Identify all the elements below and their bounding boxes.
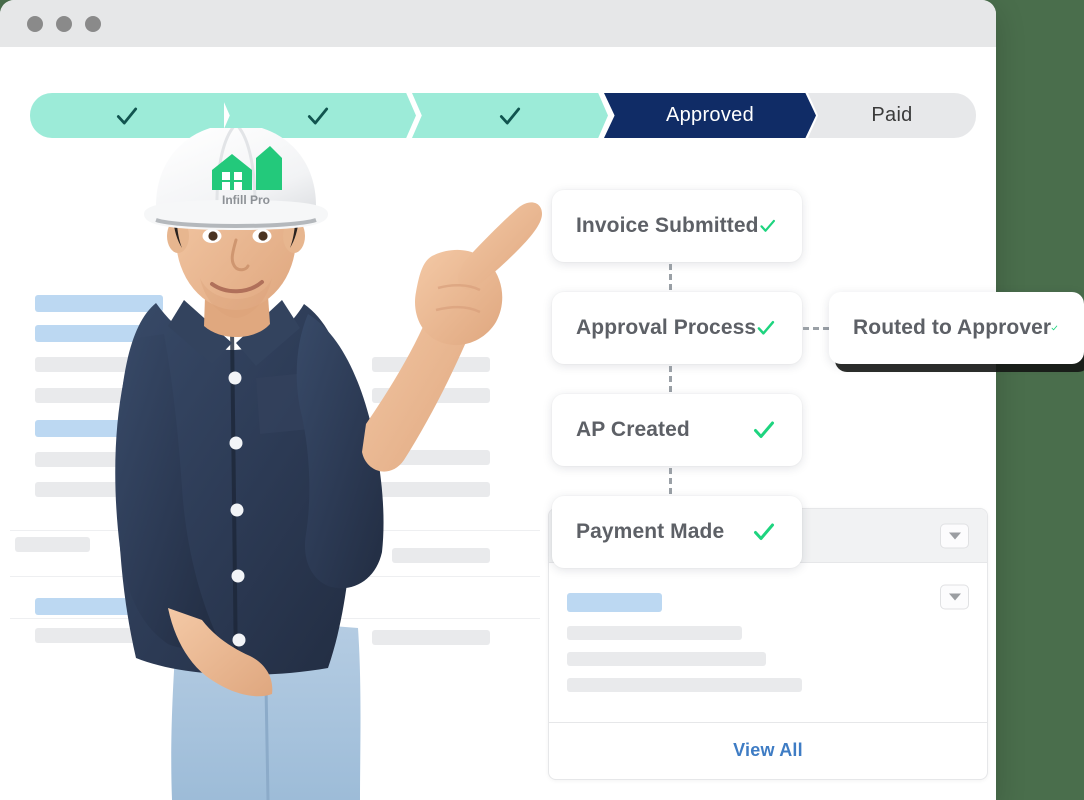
browser-window: Approved Paid View All Infill Pro	[0, 0, 996, 800]
worker-figure: Infill Pro	[115, 128, 542, 800]
check-icon	[307, 107, 329, 124]
check-icon	[757, 320, 775, 335]
workflow-card-label: Routed to Approver	[853, 316, 1052, 339]
close-dot[interactable]	[27, 15, 43, 32]
workflow-card-routed-to-approver[interactable]: Routed to Approver	[829, 292, 1084, 364]
skeleton-bar-panel-0	[567, 593, 662, 612]
shirt-button	[230, 503, 244, 517]
workflow-card-payment-made[interactable]: Payment Made	[552, 496, 802, 568]
workflow-card-ap-created[interactable]: AP Created	[552, 394, 802, 466]
workflow-card-label: AP Created	[576, 418, 690, 441]
shirt-button	[229, 436, 243, 450]
connector-2	[669, 366, 672, 392]
status-step-paid-label: Paid	[871, 104, 913, 126]
check-icon	[760, 219, 775, 232]
chevron-down-icon[interactable]	[940, 523, 969, 548]
minimize-dot[interactable]	[56, 15, 72, 32]
workflow-card-label: Approval Process	[576, 316, 757, 339]
skeleton-bar-panel-1	[567, 626, 742, 640]
check-icon	[754, 523, 774, 540]
window-titlebar	[0, 0, 996, 47]
workflow-card-label: Invoice Submitted	[576, 214, 759, 237]
helmet-logo-text: Infill Pro	[222, 193, 270, 207]
workflow-card-label: Payment Made	[576, 520, 725, 543]
check-icon	[754, 421, 774, 438]
connector-branch	[803, 327, 829, 330]
list-row-expanded	[549, 563, 987, 723]
check-icon	[499, 107, 521, 124]
status-step-approved[interactable]: Approved	[604, 93, 816, 138]
construction-worker-illustration: Infill Pro	[60, 128, 560, 800]
check-icon	[116, 107, 138, 124]
shirt-button	[231, 569, 245, 583]
status-step-paid[interactable]: Paid	[808, 93, 976, 138]
index-finger	[457, 202, 542, 290]
shirt-button	[228, 371, 242, 385]
skeleton-bar-panel-3	[567, 678, 802, 692]
skeleton-bar-panel-2	[567, 652, 766, 666]
connector-1	[669, 264, 672, 290]
eye-left	[208, 231, 218, 241]
list-footer: View All	[549, 723, 987, 778]
chevron-down-icon[interactable]	[940, 584, 969, 610]
connector-3	[669, 468, 672, 494]
view-all-link[interactable]: View All	[733, 740, 803, 761]
maximize-dot[interactable]	[85, 15, 101, 32]
shirt-button	[232, 633, 246, 647]
check-icon	[1051, 325, 1058, 331]
workflow-card-approval-process[interactable]: Approval Process	[552, 292, 802, 364]
workflow-card-invoice-submitted[interactable]: Invoice Submitted	[552, 190, 802, 262]
status-step-approved-label: Approved	[665, 104, 754, 126]
eye-right	[258, 231, 268, 241]
